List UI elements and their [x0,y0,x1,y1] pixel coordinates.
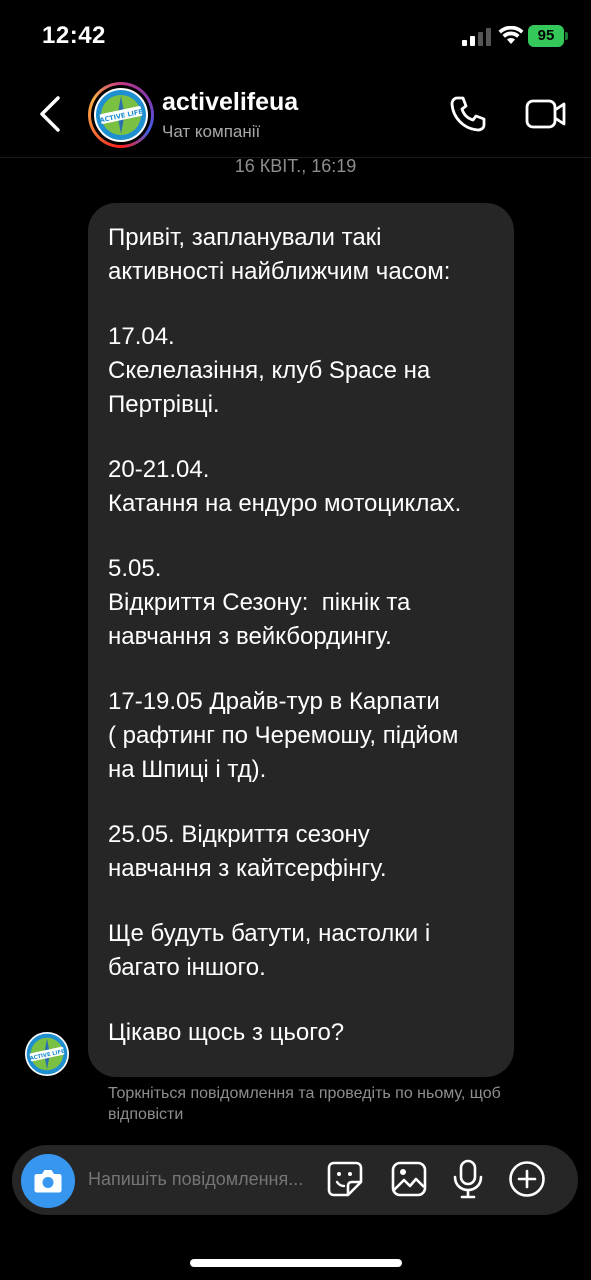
message-line: Скелелазіння, клуб Space на [108,357,431,384]
message-composer [12,1145,578,1215]
message-timestamp: 16 КВІТ., 16:19 [234,156,357,176]
message-line: на Шпиці і тд). [108,756,267,783]
video-icon[interactable] [524,96,568,132]
sender-avatar[interactable]: ACTIVE LIFE [25,1032,69,1076]
back-icon[interactable] [36,94,64,134]
message-line: Привіт, запланували такі [108,224,382,251]
message-line: Катання на ендуро мотоциклах. [108,490,462,517]
phone-icon[interactable] [448,94,488,134]
message-bubble[interactable]: Привіт, запланували такі активності найбл… [88,203,514,1077]
wifi-icon [498,26,524,44]
chat-title[interactable]: activelifeua [162,88,298,117]
message-line: Цікаво щось з цього? [108,1019,345,1046]
message-line: навчання з кайтсерфінгу. [108,855,387,882]
message-line: навчання з вейкбордингу. [108,623,392,650]
message-line: 20-21.04. [108,456,210,483]
activelife-logo: ACTIVE LIFE [96,90,146,140]
chat-subtitle: Чат компанії [162,122,261,141]
camera-button[interactable] [21,1154,75,1208]
message-line: 17.04. [108,323,175,350]
activelife-logo-small: ACTIVE LIFE [26,1033,68,1075]
avatar[interactable]: ACTIVE LIFE [88,82,154,148]
chat-header: ACTIVE LIFE activelifeua Чат компанії [0,70,591,158]
battery-level: 95 [537,27,555,44]
gallery-icon[interactable] [390,1160,428,1198]
reply-hint: Торкніться повідомлення та проведіть по … [108,1085,501,1123]
mic-icon[interactable] [452,1159,484,1199]
message-line: Відкриття Сезону: пікнік та [108,589,411,616]
message-input[interactable] [88,1169,308,1190]
status-time: 12:42 [42,22,106,49]
battery-icon: 95 [528,25,568,47]
camera-icon [34,1170,62,1193]
message-line: ( рафтинг по Черемошу, підйом [108,722,459,749]
sticker-icon[interactable] [326,1160,364,1198]
signal-icon [462,28,491,46]
message-line: 5.05. [108,555,162,582]
message-line: Пертрівці. [108,391,220,418]
message-line: багато іншого. [108,954,266,981]
add-icon[interactable] [508,1160,546,1198]
status-bar: 12:42 95 [0,0,591,70]
message-line: 17-19.05 Драйв-тур в Карпати [108,688,440,715]
message-line: 25.05. Відкриття сезону [108,821,370,848]
home-indicator[interactable] [190,1259,402,1267]
message-line: активності найближчим часом: [108,258,451,285]
message-line: Ще будуть батути, настолки і [108,920,431,947]
